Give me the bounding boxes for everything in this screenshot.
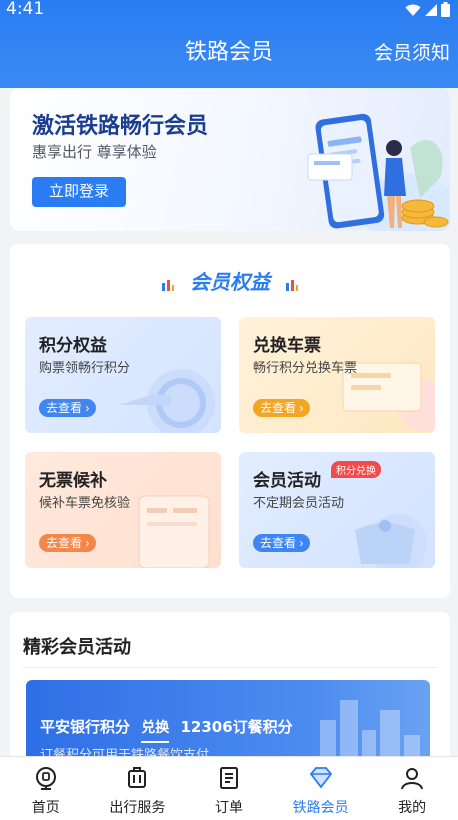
tab-label: 订单	[214, 800, 243, 816]
bars-decoration-icon	[161, 279, 174, 291]
tab-label: 我的	[398, 800, 427, 816]
tab-label: 出行服务	[109, 800, 166, 816]
diamond-icon	[309, 767, 332, 789]
luggage-icon	[128, 767, 147, 788]
benefits-header: 会员权益	[10, 266, 450, 295]
activity-subtitle: 订餐积分可用于铁路餐饮支付	[40, 748, 210, 756]
activities-title: 精彩会员活动	[23, 637, 131, 658]
city-skyline-illustration	[320, 700, 420, 756]
view-button[interactable]: 去查看 ›	[39, 399, 97, 417]
view-button-label: 去查看	[46, 536, 83, 550]
view-button-label: 去查看	[260, 536, 297, 550]
order-icon	[219, 767, 238, 789]
benefit-card-exchange[interactable]: 兑换车票 畅行积分兑换车票 去查看 ›	[239, 317, 435, 433]
banner-title: 激活铁路畅行会员	[32, 114, 209, 139]
phone-illustration	[307, 113, 450, 231]
card-title: 会员活动	[253, 471, 321, 491]
view-button[interactable]: 去查看 ›	[253, 534, 311, 552]
view-button[interactable]: 去查看 ›	[253, 399, 311, 417]
bottom-tab-bar: 首页 出行服务 订单 铁路会员 我的	[0, 756, 458, 820]
activate-banner: 激活铁路畅行会员 惠享出行 尊享体验 立即登录	[10, 88, 450, 231]
benefit-card-points[interactable]: 积分权益 购票领畅行积分 去查看 ›	[25, 317, 221, 433]
benefit-card-waitlist[interactable]: 无票候补 候补车票免核验 去查看 ›	[25, 452, 221, 568]
tab-orders[interactable]: 订单	[183, 757, 275, 820]
card-title: 无票候补	[39, 471, 107, 491]
activity-banner[interactable]: 平安银行积分 兑换 12306订餐积分 订餐积分可用于铁路餐饮支付	[26, 680, 430, 756]
login-button[interactable]: 立即登录	[32, 177, 126, 207]
banner-subtitle: 惠享出行 尊享体验	[32, 143, 157, 161]
view-button-label: 去查看	[46, 401, 83, 415]
person-icon	[401, 768, 424, 790]
card-subtitle: 购票领畅行积分	[39, 361, 131, 376]
tab-label: 首页	[31, 800, 60, 816]
main-content[interactable]: 激活铁路畅行会员 惠享出行 尊享体验 立即登录 会员权益 积分权益 购票领畅行积…	[0, 88, 458, 756]
divider	[23, 667, 437, 668]
points-exchange-badge: 积分兑换	[331, 461, 381, 478]
member-activities-section: 精彩会员活动 平安银行积分 兑换 12306订餐积分 订餐积分可用于铁路餐饮支付	[10, 612, 450, 756]
card-subtitle: 畅行积分兑换车票	[253, 361, 358, 376]
activity-headline: 平安银行积分 兑换 12306订餐积分	[40, 716, 293, 743]
member-notice-link[interactable]: 会员须知	[374, 38, 450, 65]
card-title: 积分权益	[39, 336, 107, 356]
member-benefits-panel: 会员权益 积分权益 购票领畅行积分 去查看 › 兑换车票 畅行积分兑换车票 去查…	[10, 244, 450, 598]
exchange-arrow: 兑换	[141, 717, 170, 743]
bars-decoration-icon	[286, 279, 299, 291]
top-bar: 4:41 铁路会员 会员须知	[0, 0, 458, 88]
card-subtitle: 不定期会员活动	[253, 496, 345, 511]
card-title: 兑换车票	[253, 336, 321, 356]
view-button-label: 去查看	[260, 401, 297, 415]
tab-railway-member[interactable]: 铁路会员	[275, 757, 367, 820]
train-station-icon	[35, 767, 56, 790]
tab-home[interactable]: 首页	[0, 757, 92, 820]
signal-icon	[425, 3, 437, 16]
benefits-title: 会员权益	[190, 270, 270, 294]
view-button[interactable]: 去查看 ›	[39, 534, 97, 552]
card-subtitle: 候补车票免核验	[39, 496, 131, 511]
tab-travel-services[interactable]: 出行服务	[92, 757, 184, 820]
benefit-card-activities[interactable]: 积分兑换 会员活动 不定期会员活动 去查看 ›	[239, 452, 435, 568]
dining-points-label: 12306订餐积分	[180, 718, 293, 736]
tab-label: 铁路会员	[292, 800, 349, 816]
bank-points-label: 平安银行积分	[40, 718, 131, 736]
status-time: 4:41	[6, 0, 45, 19]
battery-icon	[441, 2, 450, 17]
wifi-icon	[405, 4, 421, 16]
tab-me[interactable]: 我的	[366, 757, 458, 820]
status-icons	[405, 2, 450, 17]
